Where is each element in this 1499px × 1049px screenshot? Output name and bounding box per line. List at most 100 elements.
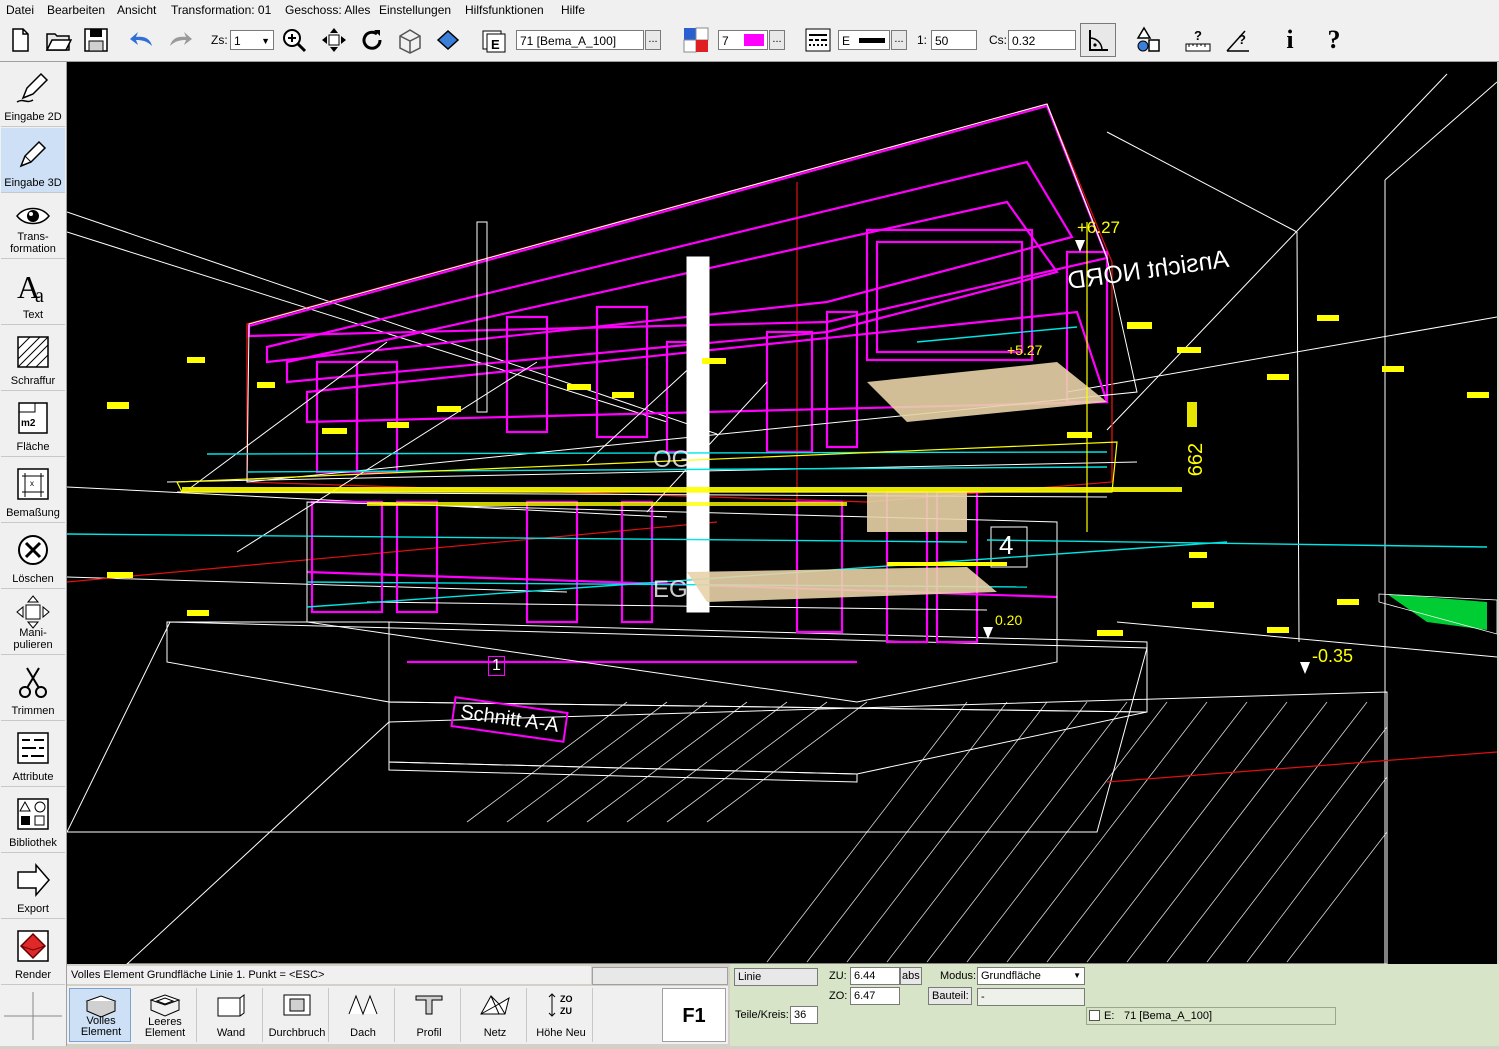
bauteil-button[interactable]: Bauteil: [928,987,972,1005]
open-file-button[interactable] [42,24,74,56]
sidebar-export[interactable]: Export [1,854,65,919]
measure-angle-button[interactable]: ? [1222,24,1254,56]
svg-text:?: ? [1194,28,1202,43]
tool-sidebar: Eingabe 2D Eingabe 3D Trans- formation A… [0,62,67,1046]
sidebar-attribute[interactable]: Attribute [1,722,65,787]
pen-field[interactable]: E [838,30,890,50]
bauteil-field[interactable]: - [977,988,1085,1006]
layer-field[interactable]: 71 [Bema_A_100] [516,30,644,50]
hatch-icon [17,336,49,368]
menu-einstellungen[interactable]: Einstellungen [379,3,451,17]
svg-text:E: E [491,37,500,52]
level-020-label: 0.20 [995,612,1023,628]
info-button[interactable]: i [1274,24,1306,56]
subtool-leeres-element[interactable]: Leeres Element [134,988,197,1042]
area-icon: m2 [18,402,48,434]
command-input[interactable] [592,967,728,985]
pen-width-swatch [859,38,885,43]
zu-field[interactable]: 6.44 [850,967,900,985]
shaded-view-button[interactable] [432,24,464,56]
layer-e-label: E: [1104,1010,1115,1022]
subtool-volles-element[interactable]: Volles Element [69,988,131,1042]
svg-text:a: a [35,285,44,304]
zs-select[interactable]: 1 ▼ [230,30,274,50]
shaded-cube-icon [436,29,460,51]
subtool-label: Wand [216,1027,246,1039]
svg-text:x: x [30,479,34,488]
menu-hilfe[interactable]: Hilfe [561,3,585,17]
sidebar-eingabe-3d[interactable]: Eingabe 3D [1,128,65,193]
sidebar-text[interactable]: Aa Text [1,260,65,325]
menu-datei[interactable]: Datei [6,3,34,17]
wireframe-view-button[interactable] [394,24,426,56]
level-627-label: +6.27 [1077,218,1121,237]
redo-button[interactable] [164,24,196,56]
sidebar-loeschen[interactable]: Löschen [1,524,65,589]
refresh-button[interactable] [356,24,388,56]
subtool-wand[interactable]: Wand [200,988,263,1042]
height-icon: ZO ZU [548,993,573,1017]
subtool-dach[interactable]: Dach [332,988,395,1042]
subtool-label: Volles Element [80,1015,122,1038]
sidebar-bibliothek[interactable]: Bibliothek [1,788,65,853]
sidebar-label: Text [22,309,44,321]
zu-label: ZU: [829,970,847,982]
menu-hilfsfunktionen[interactable]: Hilfsfunktionen [465,3,544,17]
zoom-button[interactable] [278,24,310,56]
eg-label: EG [653,576,688,603]
subtool-profil[interactable]: Profil [398,988,461,1042]
sidebar-trimmen[interactable]: Trimmen [1,656,65,721]
subtool-label: Dach [350,1027,376,1039]
layer-dots-button[interactable]: ... [645,30,661,50]
f1-help-button[interactable]: F1 [662,988,726,1042]
sidebar-transformation[interactable]: Trans- formation [1,194,65,259]
menu-geschoss[interactable]: Geschoss: Alles [285,3,370,17]
sidebar-manipulieren[interactable]: Mani- pulieren [1,590,65,655]
linetype-icon [805,28,831,52]
zo-label: ZO: [829,990,848,1002]
sidebar-render[interactable]: Render [1,920,65,985]
color-palette-icon [683,27,709,53]
teile-kreis-label: Teile/Kreis: [735,1009,789,1021]
help-button[interactable]: ? [1318,24,1350,56]
pen-3d-icon [19,140,47,168]
export-icon [17,862,50,898]
subtool-durchbruch[interactable]: Durchbruch [266,988,329,1042]
color-field[interactable]: 7 [718,30,768,50]
color-dots-button[interactable]: ... [769,30,785,50]
angle-snap-button[interactable] [1080,23,1116,57]
chevron-down-icon: ▼ [261,36,270,46]
zo-field[interactable]: 6.47 [850,987,900,1005]
pan-button[interactable] [318,24,350,56]
menu-bearbeiten[interactable]: Bearbeiten [47,3,105,17]
sidebar-eingabe-2d[interactable]: Eingabe 2D [1,62,65,127]
cs-field[interactable]: 0.32 [1008,30,1076,50]
scale-field[interactable]: 50 [931,30,977,50]
color-swatch [744,34,764,46]
menu-transformation[interactable]: Transformation: 01 [171,3,271,17]
cursor-mode-button[interactable] [0,986,66,1046]
linetype-button[interactable] [802,24,834,56]
teile-kreis-field[interactable]: 36 [790,1006,818,1024]
subtool-label: Profil [416,1027,442,1039]
color-palette-button[interactable] [680,24,712,56]
sidebar-schraffur[interactable]: Schraffur [1,326,65,391]
empty-element-icon [149,994,181,1017]
sidebar-bemassung[interactable]: x Bemaßung [1,458,65,523]
measure-distance-button[interactable]: ? [1182,24,1214,56]
subtool-hoehe-neu[interactable]: ZO ZU Höhe Neu [530,988,593,1042]
abs-toggle[interactable]: abs [900,967,922,985]
menu-ansicht[interactable]: Ansicht [117,3,156,17]
shapes-button[interactable] [1132,24,1164,56]
subtool-netz[interactable]: Netz [464,988,527,1042]
pen-dots-button[interactable]: ... [891,30,907,50]
save-button[interactable] [80,24,112,56]
sidebar-flaeche[interactable]: m2 Fläche [1,392,65,457]
element-type-button[interactable]: Linie [734,968,818,986]
undo-button[interactable] [126,24,158,56]
layer-button[interactable]: E [478,24,510,56]
new-file-button[interactable] [4,24,36,56]
layer-e-checkbox[interactable] [1089,1010,1100,1021]
cad-3d-viewport[interactable]: Ansicht NORD Schnitt A-A +6.27 -0.35 662… [67,62,1497,964]
modus-select[interactable]: Grundfläche ▼ [977,967,1085,985]
